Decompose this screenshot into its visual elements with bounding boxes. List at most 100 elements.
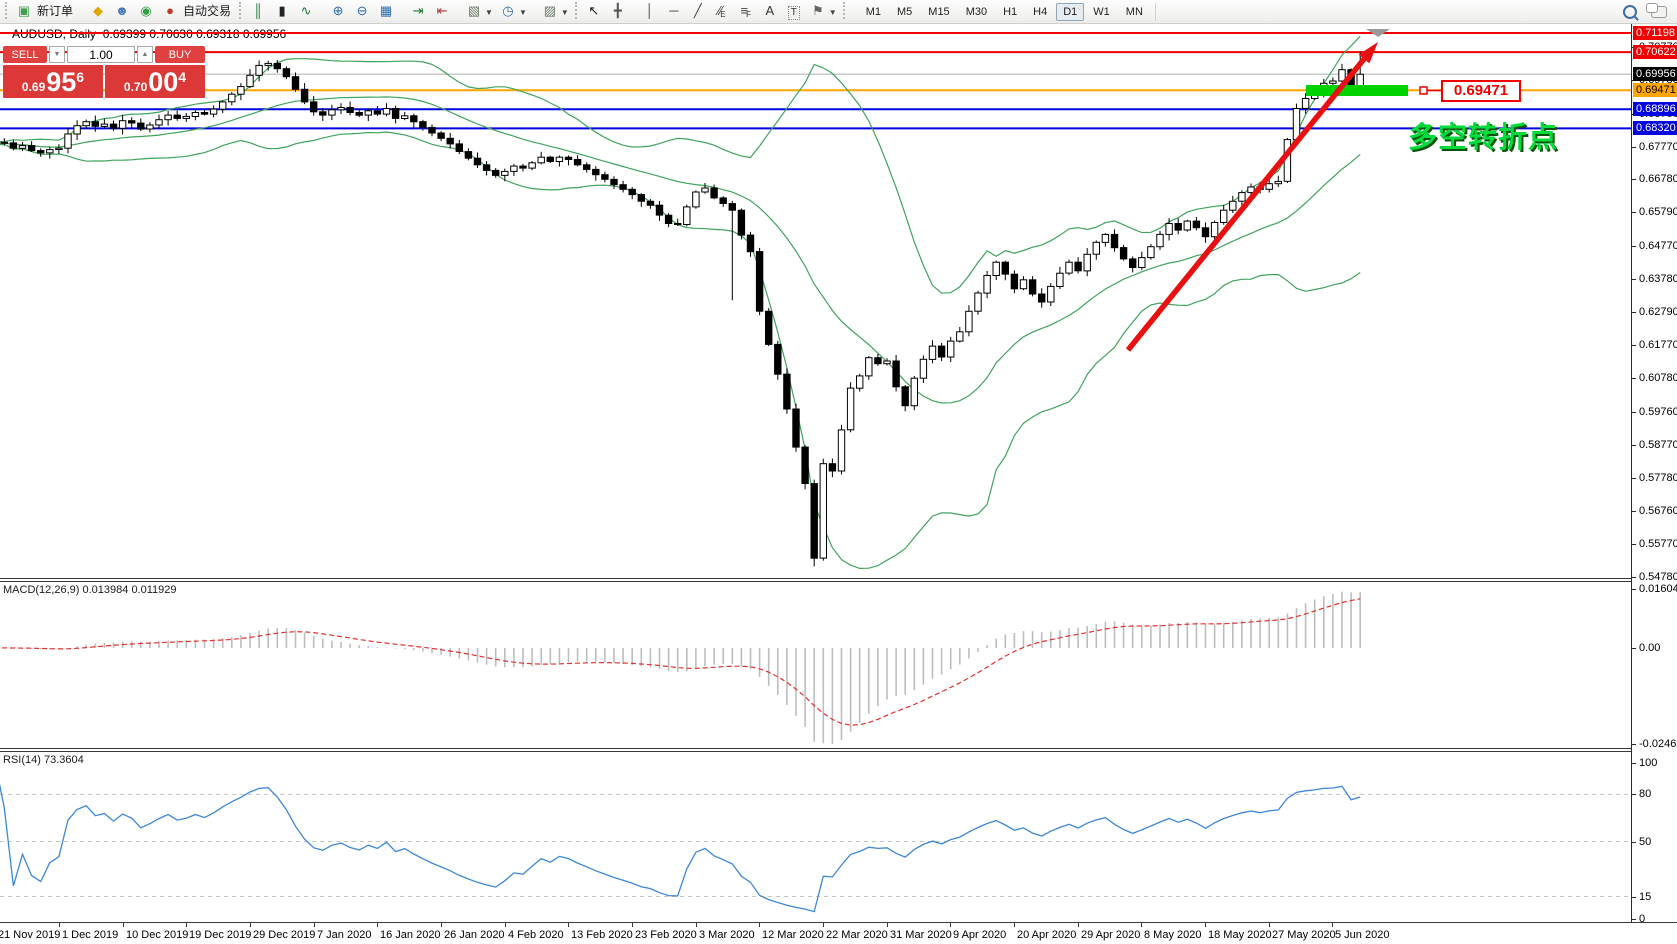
volume-decrease-button[interactable]: ▼ xyxy=(49,46,65,63)
candle-body xyxy=(65,134,71,148)
candle-body xyxy=(1339,70,1345,81)
trend-arrow-line[interactable] xyxy=(1128,59,1364,350)
signals-icon: ◉ xyxy=(140,1,151,21)
zoom-in-button[interactable]: ⊕ xyxy=(326,0,350,22)
bar-chart-button[interactable]: ║ xyxy=(246,0,270,22)
toolbar-grip[interactable] xyxy=(5,2,7,19)
buy-price[interactable]: 0.70 00 4 xyxy=(105,65,205,98)
price-tick-label: 0.55770 xyxy=(1639,538,1677,550)
date-label: 21 Nov 2019 xyxy=(0,929,60,941)
crosshair-button[interactable]: ╋ xyxy=(606,0,630,22)
price-tag-0.68896: 0.68896 xyxy=(1633,102,1677,116)
toolbar-grip[interactable] xyxy=(575,2,577,19)
support-zone-bar[interactable] xyxy=(1306,85,1408,96)
autotrading-button[interactable]: ● xyxy=(158,0,182,22)
candle-body xyxy=(693,192,699,207)
candle-body xyxy=(620,185,626,190)
candle-body xyxy=(110,124,116,128)
macd-pane-separator[interactable] xyxy=(0,578,1677,579)
date-label: 23 Feb 2020 xyxy=(635,929,697,941)
candle-body xyxy=(929,346,935,359)
new-chart-button[interactable]: ▧ xyxy=(462,0,486,22)
date-tick xyxy=(950,922,951,927)
tf-D1-button[interactable]: D1 xyxy=(1056,3,1084,21)
tf-MN-button[interactable]: MN xyxy=(1119,3,1150,21)
publisher-button[interactable]: ☻ xyxy=(110,0,134,22)
equidistant-channel-button[interactable]: ∕∕E xyxy=(710,0,734,22)
sell-price[interactable]: 0.69 95 6 xyxy=(3,65,103,98)
horizontal-line-button[interactable]: ─ xyxy=(662,0,686,22)
vertical-line-button[interactable]: │ xyxy=(638,0,662,22)
candle-body xyxy=(957,332,963,341)
date-tick xyxy=(823,922,824,927)
fibonacci-button[interactable]: ≡F xyxy=(734,0,758,22)
new-chart-caret-icon[interactable]: ▼ xyxy=(485,8,493,17)
cursor-button[interactable]: ↖ xyxy=(582,0,606,22)
date-tick xyxy=(1205,922,1206,927)
rsi-pane-separator[interactable] xyxy=(0,748,1677,749)
tf-M5-button[interactable]: M5 xyxy=(890,3,919,21)
candle-body xyxy=(529,163,535,168)
tf-M1-button[interactable]: M1 xyxy=(859,3,888,21)
arrows-caret-icon[interactable]: ▼ xyxy=(829,8,837,17)
toolbar-separator xyxy=(1155,3,1156,21)
rsi-name: RSI(14) xyxy=(3,754,41,766)
vertical-line-icon: │ xyxy=(646,1,654,21)
volume-increase-button[interactable]: ▲ xyxy=(137,46,153,63)
candle-body xyxy=(629,189,635,194)
candlestick-chart-button[interactable]: ▮ xyxy=(270,0,294,22)
axis-tick xyxy=(1632,589,1636,590)
date-label: 26 Jan 2020 xyxy=(444,929,505,941)
candle-body xyxy=(829,464,835,471)
trendline-button[interactable]: ╱ xyxy=(686,0,710,22)
toolbar-grip[interactable] xyxy=(843,2,845,19)
text-label-button[interactable]: T xyxy=(782,2,806,24)
tf-M30-button[interactable]: M30 xyxy=(959,3,994,21)
candle-body xyxy=(1221,210,1227,222)
tf-M15-button[interactable]: M15 xyxy=(921,3,956,21)
macd-value-main: 0.013984 xyxy=(82,584,128,596)
tf-H4-button[interactable]: H4 xyxy=(1026,3,1054,21)
toolbar-right xyxy=(1623,5,1667,19)
chart-ohlc: 0.69399 0.70630 0.69318 0.69956 xyxy=(103,27,287,41)
sell-button[interactable]: SELL xyxy=(3,46,47,63)
axis-tick xyxy=(1632,378,1636,379)
templates-caret-icon[interactable]: ▼ xyxy=(561,8,569,17)
candle-body xyxy=(1312,93,1318,98)
candle-body xyxy=(756,252,762,312)
new-order-label[interactable]: 新订单 xyxy=(37,4,73,18)
signals-button[interactable]: ◉ xyxy=(134,0,158,22)
tile-windows-button[interactable]: ▦ xyxy=(374,0,398,22)
chart-shift-button[interactable]: ⇤ xyxy=(430,0,454,22)
buy-button[interactable]: BUY xyxy=(155,46,205,63)
price-tick-label: 0.57780 xyxy=(1639,472,1677,484)
chat-icon[interactable] xyxy=(1651,6,1667,18)
price-tick-label: 0.56760 xyxy=(1639,505,1677,517)
zoom-out-button[interactable]: ⊖ xyxy=(350,0,374,22)
candle-body xyxy=(574,160,580,165)
candle-body xyxy=(1175,224,1181,231)
toolbar-grip[interactable] xyxy=(239,2,241,19)
templates-button[interactable]: ▨ xyxy=(538,0,562,22)
date-tick xyxy=(568,922,569,927)
autotrading-label[interactable]: 自动交易 xyxy=(183,4,231,18)
axis-tick xyxy=(1632,794,1636,795)
price-axis[interactable]: 0.707700.697800.687600.677700.667800.657… xyxy=(1631,24,1677,922)
scroll-marker-icon[interactable] xyxy=(1366,29,1390,37)
gold-button[interactable]: ◆ xyxy=(86,0,110,22)
tf-W1-button[interactable]: W1 xyxy=(1086,3,1117,21)
new-order-button[interactable]: ▣ xyxy=(12,0,36,22)
search-icon[interactable] xyxy=(1623,5,1637,19)
auto-scroll-button[interactable]: ⇥ xyxy=(406,0,430,22)
arrows-button[interactable]: ⚑ xyxy=(806,0,830,22)
volume-input[interactable] xyxy=(67,46,135,63)
period-button[interactable]: ◷ xyxy=(496,0,520,22)
date-axis[interactable]: 21 Nov 20191 Dec 201910 Dec 201919 Dec 2… xyxy=(0,922,1677,944)
line-chart-button[interactable]: ∿ xyxy=(294,0,318,22)
price-tick-label: 0.60780 xyxy=(1639,372,1677,384)
text-button[interactable]: A xyxy=(758,0,782,22)
macd-tick-label: -0.024625 xyxy=(1639,738,1677,750)
tf-H1-button[interactable]: H1 xyxy=(996,3,1024,21)
candle-body xyxy=(338,108,344,110)
period-caret-icon[interactable]: ▼ xyxy=(519,8,527,17)
